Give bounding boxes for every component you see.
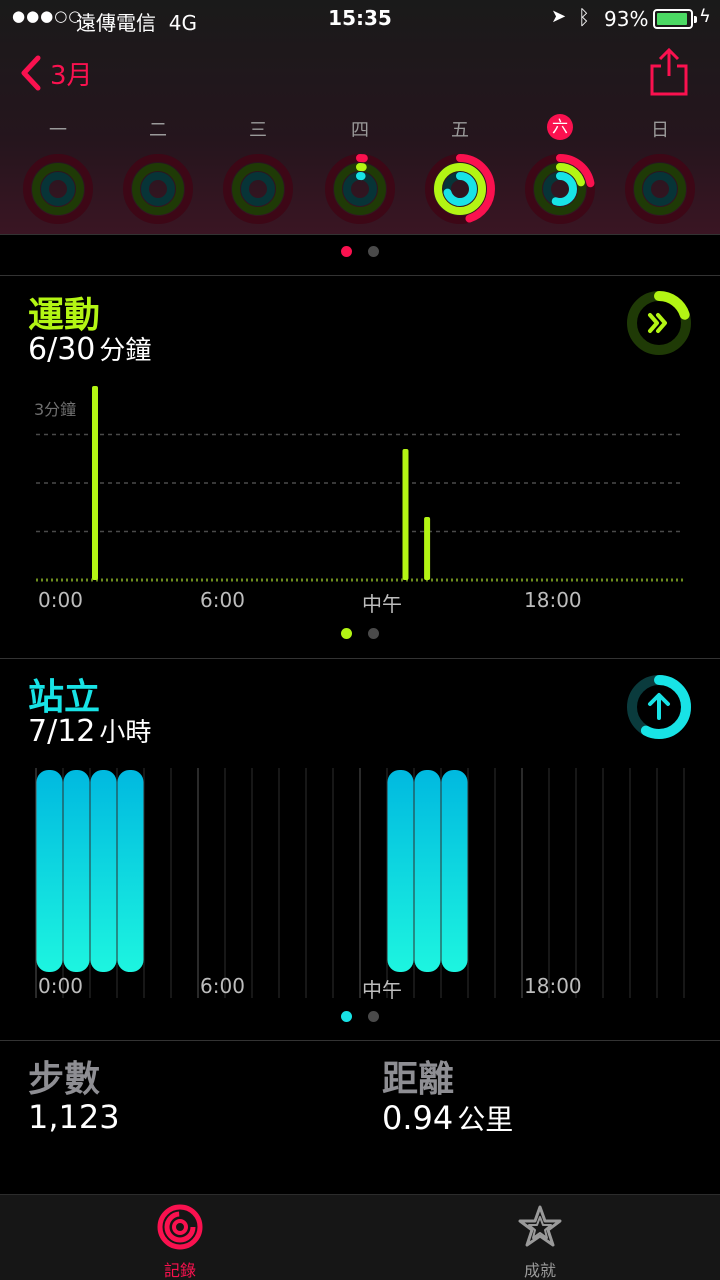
x-tick-label: 18:00	[524, 974, 582, 998]
day-activity-rings[interactable]	[523, 152, 597, 226]
weekday-label[interactable]: 五	[440, 116, 480, 142]
x-tick-label: 6:00	[200, 588, 245, 612]
x-tick-label: 0:00	[38, 588, 83, 612]
day-activity-rings[interactable]	[121, 152, 195, 226]
divider	[0, 658, 720, 659]
day-activity-rings[interactable]	[221, 152, 295, 226]
bluetooth-icon: ᛒ	[578, 5, 590, 29]
stand-hour-bar	[36, 770, 63, 972]
exercise-value: 6/30 分鐘	[28, 332, 152, 367]
weekday-labels: 一二三四五六日	[0, 114, 720, 144]
weekday-label[interactable]: 六	[540, 114, 580, 140]
stand-hour-bar	[117, 770, 144, 972]
weekday-label[interactable]: 日	[640, 116, 680, 142]
weekday-label[interactable]: 一	[38, 116, 78, 142]
x-tick-label: 18:00	[524, 588, 582, 612]
chevron-left-icon	[21, 55, 41, 91]
distance-value: 0.94 公里	[382, 1099, 514, 1137]
exercise-ring-icon	[627, 291, 691, 355]
tab-achievements[interactable]: 成就	[360, 1195, 720, 1280]
battery-icon	[653, 9, 697, 29]
steps-value: 1,123	[28, 1098, 120, 1136]
battery-percent: 93%	[604, 7, 649, 31]
day-activity-rings[interactable]	[21, 152, 95, 226]
activity-rings-icon	[157, 1204, 203, 1250]
exercise-bar	[424, 516, 431, 580]
share-icon[interactable]	[648, 46, 690, 98]
weekday-label[interactable]: 四	[340, 116, 380, 142]
tab-bar: 記錄 成就	[0, 1194, 720, 1280]
week-rings	[0, 150, 720, 230]
stand-chart	[35, 768, 685, 998]
stand-hour-bar	[63, 770, 90, 972]
x-tick-label: 6:00	[200, 974, 245, 998]
week-page-dots	[0, 246, 720, 257]
stand-page-dots	[0, 1011, 720, 1022]
weekday-label[interactable]: 三	[238, 116, 278, 142]
x-tick-label: 0:00	[38, 974, 83, 998]
steps-label: 步數	[28, 1059, 101, 1100]
star-icon	[518, 1205, 562, 1247]
divider	[0, 1040, 720, 1041]
tab-history-label: 記錄	[163, 1261, 196, 1280]
stand-ring-icon	[627, 675, 691, 739]
back-button[interactable]: 3月	[18, 54, 93, 92]
location-icon: ➤	[551, 6, 567, 27]
stand-hour-bar	[90, 770, 117, 972]
status-bar: ●●●○○ 遠傳電信 4G 15:35 ➤ ᛒ 93% ϟ	[0, 0, 720, 40]
day-activity-rings[interactable]	[623, 152, 697, 226]
stand-hour-bar	[441, 770, 468, 972]
x-tick-label: 中午	[362, 978, 402, 1002]
distance-label: 距離	[382, 1059, 455, 1100]
weekday-label[interactable]: 二	[138, 116, 178, 142]
exercise-bar	[402, 449, 409, 580]
exercise-bar	[92, 386, 98, 580]
divider	[0, 275, 720, 276]
exercise-page-dots	[0, 628, 720, 639]
stand-value: 7/12 小時	[28, 714, 152, 749]
x-tick-label: 中午	[362, 592, 402, 616]
stand-hour-bar	[414, 770, 441, 972]
divider	[0, 234, 720, 235]
exercise-ref-label: 3分鐘	[34, 400, 77, 419]
exercise-chart	[36, 386, 684, 582]
arrow-up-icon	[648, 693, 670, 720]
tab-achievements-label: 成就	[523, 1261, 556, 1280]
back-label: 3月	[50, 60, 93, 91]
tab-history[interactable]: 記錄	[0, 1195, 360, 1280]
double-arrow-icon	[648, 313, 667, 333]
day-activity-rings[interactable]	[423, 152, 497, 226]
day-activity-rings[interactable]	[323, 152, 397, 226]
stand-hour-bar	[387, 770, 414, 972]
charging-icon: ϟ	[699, 6, 711, 27]
